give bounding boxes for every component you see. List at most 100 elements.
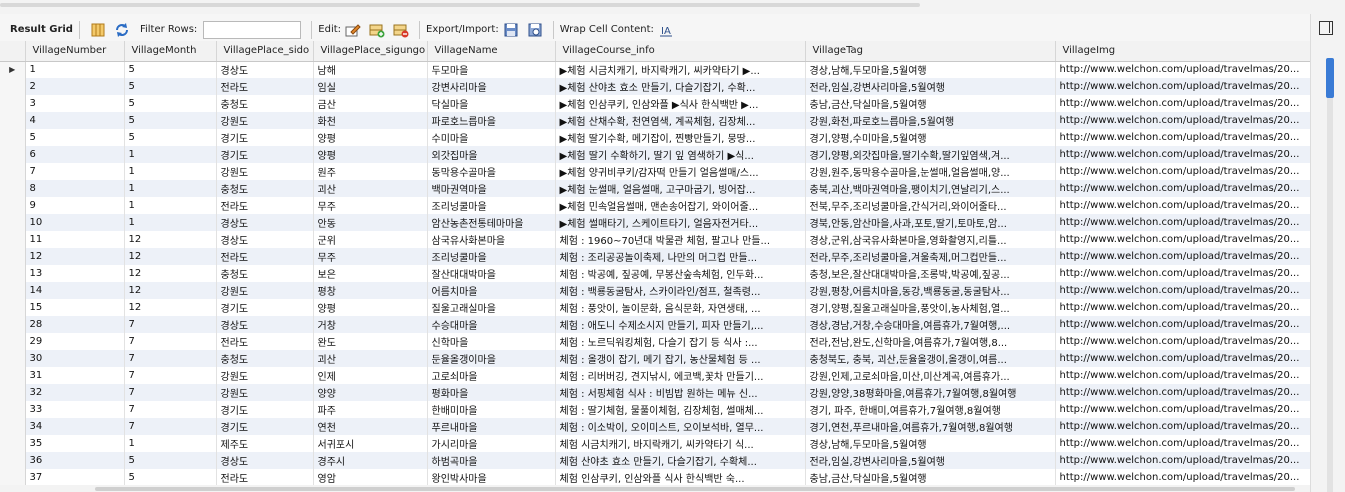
table-cell[interactable]: 거창 [313,316,428,333]
table-cell[interactable]: 경상도 [216,452,314,469]
table-row[interactable]: 29 7 전라도 완도 신학마을 체험 : 노르딕워킹체험, 다슬기 잡기 등 식사 :.… [0,333,1310,350]
column-header[interactable]: VillageTag [805,41,1056,62]
table-row[interactable]: 2 5 전라도 임실 강변사리마을 ▶체험 산야초 효소 만들기, 다슬기잡기, 수확..… [0,78,1310,95]
table-row[interactable]: 32 7 강원도 양양 평화마을 체험 : 서핑체험 식사 : 비빔밥 원하는 메뉴 신.… [0,384,1310,401]
table-cell[interactable]: http://www.welchon.com/upload/travelmas/… [1055,129,1310,146]
column-header[interactable]: VillageName [427,41,556,62]
table-cell[interactable]: 경기도 [216,129,314,146]
table-cell[interactable]: 34 [25,418,125,435]
table-cell[interactable]: 수승대마을 [427,316,556,333]
table-cell[interactable]: 한배미마을 [427,401,556,418]
table-row[interactable]: 3 5 충청도 금산 닥실마을 ▶체험 인삼쿠키, 인삼와플 ▶식사 한식백반 ▶... 충… [0,95,1310,112]
row-marker[interactable] [0,248,26,265]
table-row[interactable]: 7 1 강원도 원주 동막용수골마을 ▶체험 양귀비쿠키/감자떡 만들기 얼음썰매/스..… [0,163,1310,180]
table-cell[interactable]: 1 [124,435,217,452]
table-cell[interactable]: 백마권역마을 [427,180,556,197]
table-cell[interactable]: 충청,보은,잘산대대박마을,조롱박,박공예,짚공... [805,265,1056,282]
row-marker[interactable] [0,163,26,180]
refresh-icon[interactable] [113,21,131,39]
table-cell[interactable]: 경기도 [216,146,314,163]
row-marker[interactable] [0,231,26,248]
export-icon[interactable] [502,21,520,39]
table-cell[interactable]: http://www.welchon.com/upload/travelmas/… [1055,61,1310,78]
table-cell[interactable]: 조리넝쿨마을 [427,248,556,265]
table-cell[interactable]: 7 [124,418,217,435]
table-cell[interactable]: 체험 : 1960~70년대 박물관 체험, 팔고나 만들... [555,231,806,248]
table-cell[interactable]: 원주 [313,163,428,180]
table-cell[interactable]: http://www.welchon.com/upload/travelmas/… [1055,401,1310,418]
table-cell[interactable]: 양평 [313,146,428,163]
table-cell[interactable]: 12 [124,248,217,265]
table-cell[interactable]: 괴산 [313,350,428,367]
column-header[interactable]: VillageNumber [25,41,125,62]
table-cell[interactable]: http://www.welchon.com/upload/travelmas/… [1055,316,1310,333]
table-row[interactable]: 35 1 제주도 서귀포시 가시리마을 체험 시금치캐기, 바지락캐기, 씨카약타기 식.… [0,435,1310,452]
table-cell[interactable]: 강원,평창,어름치마을,동강,백룡동굴,동굴탐사... [805,282,1056,299]
table-cell[interactable]: 하범곡마을 [427,452,556,469]
table-cell[interactable]: 5 [124,95,217,112]
table-row[interactable]: 37 5 전라도 영암 왕인박사마을 체험 인삼쿠키, 인삼와플 식사 한식백반 숙...… [0,469,1310,486]
table-cell[interactable]: 강원도 [216,367,314,384]
row-marker[interactable] [0,95,26,112]
table-cell[interactable]: http://www.welchon.com/upload/travelmas/… [1055,299,1310,316]
table-row[interactable]: 14 12 강원도 평창 어름치마을 체험 : 백룡동굴탐사, 스카이라인/점프, 철족령… [0,282,1310,299]
table-cell[interactable]: 경기,양평,외갓집마을,딸기수확,딸기잎염색,겨... [805,146,1056,163]
table-cell[interactable]: ▶체험 산채수확, 천연염색, 계곡체험, 김장체... [555,112,806,129]
table-cell[interactable]: 14 [25,282,125,299]
table-cell[interactable]: ▶체험 양귀비쿠키/감자떡 만들기 얼음썰매/스... [555,163,806,180]
table-cell[interactable]: 7 [124,401,217,418]
table-cell[interactable]: 평화마을 [427,384,556,401]
table-cell[interactable]: 강원도 [216,384,314,401]
table-cell[interactable]: 충남,금산,닥실마을,5월여행 [805,95,1056,112]
table-cell[interactable]: 경상,군위,삼국유사화본마을,영화촬영지,리틀... [805,231,1056,248]
table-cell[interactable]: 강변사리마을 [427,78,556,95]
table-cell[interactable]: 강원도 [216,112,314,129]
table-cell[interactable]: 가시리마을 [427,435,556,452]
table-cell[interactable]: ▶체험 시금치캐기, 바지락캐기, 씨카약타기 ▶... [555,61,806,78]
table-row[interactable]: 9 1 전라도 무주 조리넝쿨마을 ▶체험 민속얼음썰매, 맨손송어잡기, 와이어줄...… [0,197,1310,214]
table-row[interactable]: 28 7 경상도 거창 수승대마을 체험 : 애도니 수제소시지 만들기, 피자 만들기,… [0,316,1310,333]
row-marker[interactable] [0,316,26,333]
table-cell[interactable]: http://www.welchon.com/upload/travelmas/… [1055,146,1310,163]
table-cell[interactable]: 35 [25,435,125,452]
table-cell[interactable]: 체험 : 노르딕워킹체험, 다슬기 잡기 등 식사 :... [555,333,806,350]
table-cell[interactable]: 13 [25,265,125,282]
table-cell[interactable]: 경상도 [216,231,314,248]
table-cell[interactable]: 전북,무주,조리넝쿨마을,간식거리,와이어줄타... [805,197,1056,214]
grid-layout-icon[interactable] [89,21,107,39]
table-cell[interactable]: http://www.welchon.com/upload/travelmas/… [1055,469,1310,486]
table-cell[interactable]: 무주 [313,197,428,214]
table-cell[interactable]: 경주시 [313,452,428,469]
table-cell[interactable]: 1 [124,197,217,214]
vertical-scrollbar-track[interactable] [1327,60,1333,492]
table-cell[interactable]: 전라도 [216,248,314,265]
table-cell[interactable]: http://www.welchon.com/upload/travelmas/… [1055,180,1310,197]
table-cell[interactable]: 양평 [313,299,428,316]
table-cell[interactable]: 체험 : 리버버깅, 견지낚시, 에코백,꽃차 만들기... [555,367,806,384]
table-cell[interactable]: 동막용수골마을 [427,163,556,180]
table-cell[interactable]: http://www.welchon.com/upload/travelmas/… [1055,197,1310,214]
table-cell[interactable]: 전라,임실,강변사리마을,5월여행 [805,452,1056,469]
table-cell[interactable]: 29 [25,333,125,350]
table-cell[interactable]: 경기도 [216,299,314,316]
table-cell[interactable]: 체험 산야초 효소 만들기, 다슬기잡기, 수확체... [555,452,806,469]
table-cell[interactable]: 군위 [313,231,428,248]
table-row[interactable]: 36 5 경상도 경주시 하범곡마을 체험 산야초 효소 만들기, 다슬기잡기, 수확체.… [0,452,1310,469]
table-cell[interactable]: 5 [25,129,125,146]
table-cell[interactable]: 30 [25,350,125,367]
table-cell[interactable]: 전라도 [216,469,314,486]
table-cell[interactable]: ▶체험 딸기 수확하기, 딸기 잎 염색하기 ▶식... [555,146,806,163]
table-cell[interactable]: 15 [25,299,125,316]
table-cell[interactable]: 충청도 [216,350,314,367]
table-cell[interactable]: http://www.welchon.com/upload/travelmas/… [1055,367,1310,384]
table-cell[interactable]: 5 [124,129,217,146]
table-cell[interactable]: 고로쇠마을 [427,367,556,384]
table-cell[interactable]: 어름치마을 [427,282,556,299]
row-marker[interactable] [0,78,26,95]
table-cell[interactable]: 10 [25,214,125,231]
table-cell[interactable]: ▶체험 민속얼음썰매, 맨손송어잡기, 와이어줄... [555,197,806,214]
table-cell[interactable]: 6 [25,146,125,163]
table-cell[interactable]: 둔율올갱이마을 [427,350,556,367]
table-row[interactable]: 8 1 충청도 괴산 백마권역마을 ▶체험 눈썰매, 얼음썰매, 고구마굽기, 빙어잡..… [0,180,1310,197]
table-cell[interactable]: 경기도 [216,401,314,418]
